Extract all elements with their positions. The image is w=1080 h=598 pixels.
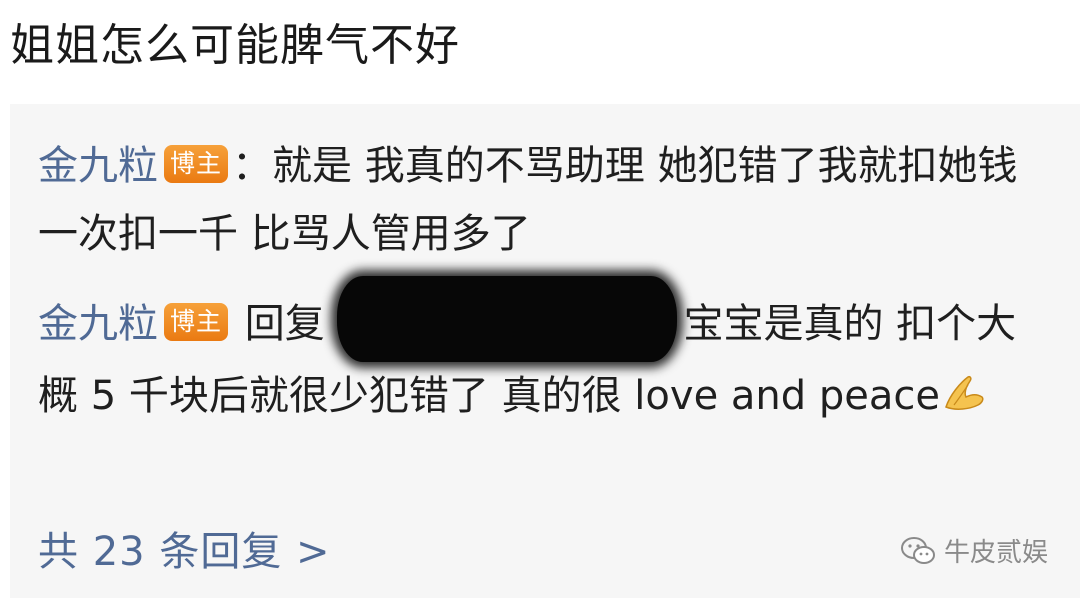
watermark: 牛皮贰娱	[900, 532, 1048, 569]
praying-hands-icon	[945, 376, 984, 410]
reply-prefix: 回复	[244, 301, 325, 347]
comment-username[interactable]: 金九粒	[38, 143, 158, 189]
comment: 金九粒 博主 ：就是 我真的不骂助理 她犯错了我就扣她钱 一次扣一千 比骂人管用多了	[38, 132, 1038, 268]
weibo-comment-screenshot: 姐姐怎么可能脾气不好 金九粒 博主 ：就是 我真的不骂助理 她犯错了我就扣她钱 一次…	[0, 0, 1080, 598]
post-text: 姐姐怎么可能脾气不好	[10, 20, 460, 71]
author-badge: 博主	[164, 303, 229, 341]
author-badge: 博主	[164, 145, 229, 183]
comment: 金九粒 博主 回复 宝宝是真的 扣个大概 5 千块后就很少犯错了 真的很 love…	[38, 276, 1038, 430]
more-replies-link[interactable]: 共 23 条回复 >	[38, 520, 331, 584]
comment-username[interactable]: 金九粒	[38, 301, 158, 347]
watermark-text: 牛皮贰娱	[943, 538, 1048, 568]
comment-separator: ：	[232, 143, 273, 189]
redacted-username-scribble	[337, 276, 678, 362]
wechat-icon	[900, 536, 935, 564]
